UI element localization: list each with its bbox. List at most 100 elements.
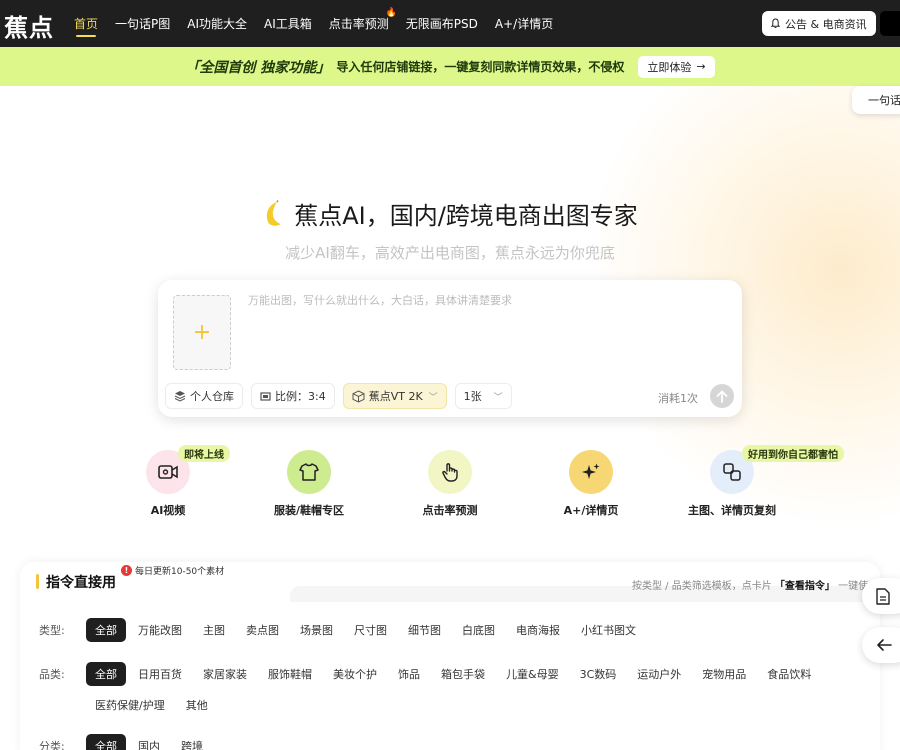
upload-image-slot[interactable]: + bbox=[173, 295, 231, 370]
float-back-button[interactable] bbox=[862, 627, 900, 663]
banner-try-button[interactable]: 立即体验 → bbox=[638, 55, 715, 78]
arrow-up-icon bbox=[716, 389, 728, 403]
category-chip[interactable]: 其他 bbox=[177, 693, 217, 717]
prompt-toolbar: 个人仓库 比例：3:4 蕉点VT 2K ﹀ 1张 ﹀ bbox=[165, 383, 520, 409]
category-chip[interactable]: 美妆个护 bbox=[324, 662, 386, 686]
category-chip[interactable]: 服饰鞋帽 bbox=[259, 662, 321, 686]
feature-ctr-predict[interactable]: 点击率预测 bbox=[390, 450, 510, 518]
type-chip[interactable]: 场景图 bbox=[291, 618, 342, 642]
region-chip[interactable]: 国内 bbox=[129, 734, 169, 750]
category-chip[interactable]: 家居家装 bbox=[194, 662, 256, 686]
logo[interactable]: 蕉点 bbox=[4, 8, 54, 43]
update-badge-text: 每日更新10-50个素材 bbox=[135, 567, 225, 577]
side-tab[interactable]: 一句话 bbox=[852, 86, 900, 114]
feature-apparel-label: 服装/鞋帽专区 bbox=[273, 504, 345, 517]
personal-repo-button[interactable]: 个人仓库 bbox=[165, 383, 243, 409]
category-filter-label: 品类: bbox=[39, 668, 65, 681]
region-chip[interactable]: 跨境 bbox=[172, 734, 212, 750]
type-chip[interactable]: 电商海报 bbox=[507, 618, 569, 642]
shirt-icon bbox=[299, 463, 319, 481]
feature-ai-video-label: AI视频 bbox=[150, 504, 186, 517]
fire-icon: 🔥 bbox=[385, 8, 397, 18]
type-chip[interactable]: 万能改图 bbox=[129, 618, 191, 642]
banana-icon bbox=[267, 199, 282, 226]
tap-icon bbox=[442, 463, 458, 482]
feature-detail-page-label: A+/详情页 bbox=[563, 504, 619, 517]
panel-title: 指令直接用 bbox=[46, 575, 116, 591]
alert-icon: ! bbox=[121, 565, 132, 576]
send-button[interactable] bbox=[710, 384, 734, 408]
ratio-button[interactable]: 比例：3:4 bbox=[251, 383, 335, 409]
category-chip[interactable]: 宠物用品 bbox=[693, 662, 755, 686]
video-icon bbox=[158, 465, 178, 479]
nav-item-one-sentence-edit[interactable]: 一句话P图 bbox=[115, 15, 170, 32]
category-chip[interactable]: 食品饮料 bbox=[758, 662, 820, 686]
type-filter-label: 类型: bbox=[39, 624, 65, 637]
banner-try-label: 立即体验 bbox=[647, 60, 692, 74]
nav-item-detail-page[interactable]: A+/详情页 bbox=[495, 15, 553, 32]
ratio-icon bbox=[260, 391, 271, 401]
nav-item-infinite-canvas[interactable]: 无限画布PSD bbox=[406, 15, 478, 32]
feature-ctr-predict-circle bbox=[428, 450, 472, 494]
category-chip[interactable]: 箱包手袋 bbox=[432, 662, 494, 686]
feature-detail-page[interactable]: A+/详情页 bbox=[531, 450, 651, 518]
type-chip[interactable]: 小红书图文 bbox=[572, 618, 645, 642]
feature-ctr-predict-label: 点击率预测 bbox=[422, 504, 478, 517]
nav-item-ai-features[interactable]: AI功能大全 bbox=[187, 15, 247, 32]
panel-hint-prefix: 按类型 / 品类筛选模板，点卡片 bbox=[632, 581, 772, 592]
nav-item-home[interactable]: 首页 bbox=[74, 15, 98, 37]
banner-text: 导入任何店铺链接，一键复刻同款详情页效果，不侵权 bbox=[336, 60, 625, 74]
count-select[interactable]: 1张 ﹀ bbox=[454, 383, 512, 409]
type-chip[interactable]: 主图 bbox=[194, 618, 234, 642]
layers-icon bbox=[174, 391, 186, 402]
chevron-down-icon: ﹀ bbox=[428, 392, 438, 403]
promo-banner: 「全国首创 独家功能」 导入任何店铺链接，一键复刻同款详情页效果，不侵权 立即体… bbox=[0, 47, 900, 86]
category-chip[interactable]: 日用百货 bbox=[129, 662, 191, 686]
panel-hint: 按类型 / 品类筛选模板，点卡片 「查看指令」 一键使 bbox=[632, 577, 868, 592]
category-chip[interactable]: 3C数码 bbox=[571, 662, 626, 686]
feature-replicate-label: 主图、详情页复刻 bbox=[688, 504, 776, 517]
category-chip[interactable]: 儿童&母婴 bbox=[497, 662, 568, 686]
personal-repo-label: 个人仓库 bbox=[190, 390, 234, 403]
category-chip[interactable]: 全部 bbox=[86, 662, 126, 686]
feature-ai-video[interactable]: AI视频 即将上线 bbox=[108, 445, 230, 518]
nav-item-ai-toolbox[interactable]: AI工具箱 bbox=[264, 15, 312, 32]
chevron-down-icon: ﹀ bbox=[493, 392, 503, 403]
prompt-input[interactable] bbox=[248, 292, 728, 362]
type-chip[interactable]: 全部 bbox=[86, 618, 126, 642]
main-nav: 首页 一句话P图 AI功能大全 AI工具箱 点击率预测 🔥 无限画布PSD A+… bbox=[74, 0, 570, 47]
type-chip[interactable]: 尺寸图 bbox=[345, 618, 396, 642]
type-chip[interactable]: 卖点图 bbox=[237, 618, 288, 642]
arrow-left-icon bbox=[877, 639, 892, 651]
nav-item-ctr-predict-label: 点击率预测 bbox=[328, 17, 389, 31]
notice-button[interactable]: 公告 & 电商资讯 bbox=[762, 11, 876, 36]
nav-item-ctr-predict[interactable]: 点击率预测 🔥 bbox=[328, 8, 397, 32]
type-chip[interactable]: 白底图 bbox=[453, 618, 504, 642]
category-chip[interactable]: 运动户外 bbox=[628, 662, 690, 686]
feature-replicate[interactable]: 主图、详情页复刻 好用到你自己都害怕 bbox=[672, 445, 844, 518]
model-label: 蕉点VT 2K bbox=[368, 390, 423, 403]
cube-icon bbox=[352, 389, 365, 403]
category-filter-row: 品类: 全部 日用百货 家居家装 服饰鞋帽 美妆个护 饰品 箱包手袋 儿童&母婴… bbox=[39, 662, 829, 717]
region-filter-label: 分类: bbox=[39, 740, 65, 750]
category-chip[interactable]: 医药保健/护理 bbox=[86, 693, 174, 717]
type-chip[interactable]: 细节图 bbox=[399, 618, 450, 642]
hero-subtitle: 减少AI翻车，高效产出电商图，蕉点永远为你兜底 bbox=[285, 244, 615, 262]
top-nav-bar: 蕉点 首页 一句话P图 AI功能大全 AI工具箱 点击率预测 🔥 无限画布PSD… bbox=[0, 0, 900, 47]
update-badge: ! 每日更新10-50个素材 bbox=[121, 564, 224, 577]
region-chip[interactable]: 全部 bbox=[86, 734, 126, 750]
model-select[interactable]: 蕉点VT 2K ﹀ bbox=[342, 383, 447, 409]
panel-title-accent bbox=[36, 574, 39, 589]
plus-icon: + bbox=[192, 320, 212, 345]
cost-text: 消耗1次 bbox=[658, 392, 698, 405]
ratio-label: 比例：3:4 bbox=[275, 390, 326, 403]
feature-detail-page-circle bbox=[569, 450, 613, 494]
feature-replicate-badge: 好用到你自己都害怕 bbox=[742, 445, 844, 462]
type-filter-row: 类型: 全部 万能改图 主图 卖点图 场景图 尺寸图 细节图 白底图 电商海报 … bbox=[39, 618, 829, 642]
hero-title: 蕉点AI，国内/跨境电商出图专家 bbox=[0, 196, 900, 231]
float-doc-button[interactable] bbox=[862, 578, 900, 614]
category-chip[interactable]: 饰品 bbox=[389, 662, 429, 686]
feature-ai-video-badge: 即将上线 bbox=[178, 445, 230, 462]
feature-apparel[interactable]: 服装/鞋帽专区 bbox=[249, 450, 369, 518]
login-button[interactable] bbox=[880, 11, 900, 36]
